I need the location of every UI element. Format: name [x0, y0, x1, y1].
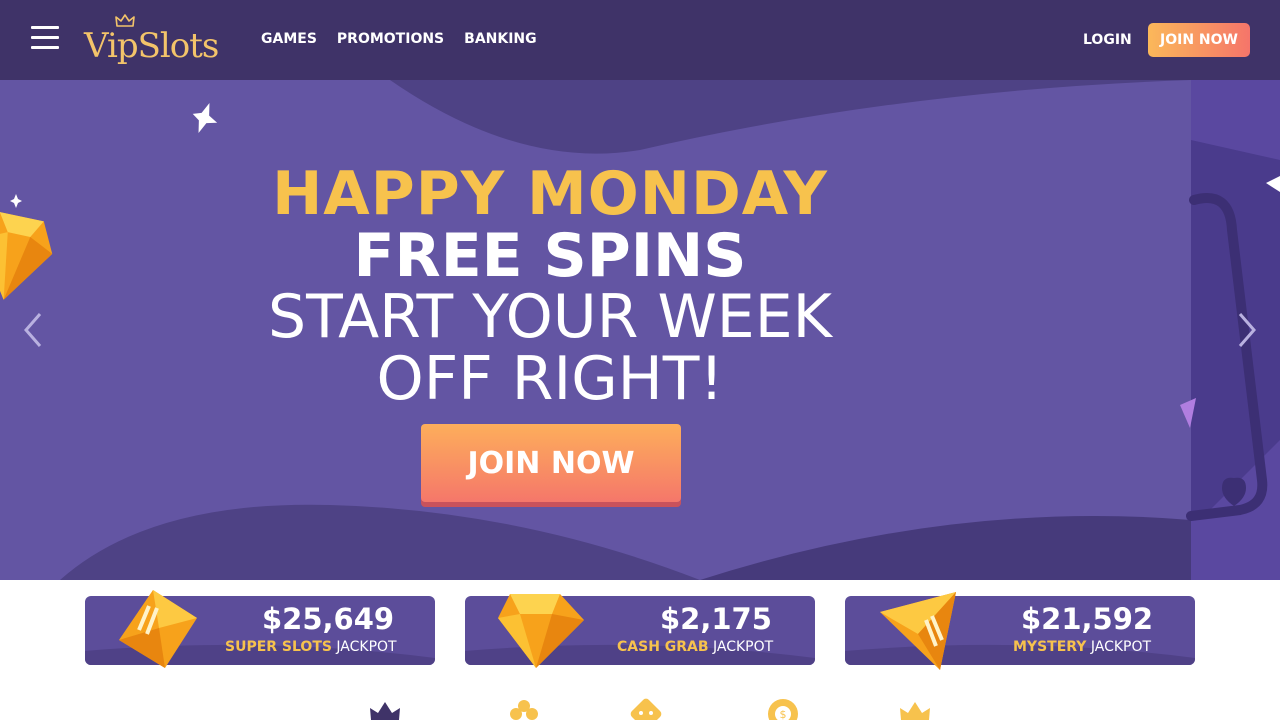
chevron-left-icon[interactable]: [20, 310, 46, 350]
chip-icon[interactable]: $: [765, 698, 801, 720]
hero-join-now-button[interactable]: JOIN NOW: [421, 424, 681, 502]
hero-line-happy-monday: HAPPY MONDAY: [272, 159, 828, 229]
jackpot-label: SUPER SLOTS JACKPOT: [225, 639, 397, 655]
clover-icon[interactable]: [506, 698, 542, 720]
gem-icon: [880, 592, 956, 670]
main-nav: GAMES PROMOTIONS BANKING: [261, 31, 537, 47]
gem-icon: [0, 212, 53, 300]
hero-banner: HAPPY MONDAY FREE SPINS START YOUR WEEK …: [0, 80, 1280, 580]
jackpot-label: CASH GRAB JACKPOT: [617, 639, 774, 655]
gem-icon: [498, 594, 584, 668]
vipslots-logo[interactable]: VipSlots: [84, 14, 224, 66]
logo-text: VipSlots: [84, 26, 219, 66]
menu-icon[interactable]: [31, 26, 59, 50]
svg-text:$: $: [780, 708, 787, 720]
nav-promotions[interactable]: PROMOTIONS: [337, 31, 444, 47]
site-header: VipSlots GAMES PROMOTIONS BANKING LOGIN …: [0, 0, 1280, 80]
crown-icon[interactable]: [367, 698, 403, 720]
nav-banking[interactable]: BANKING: [464, 31, 537, 47]
login-link[interactable]: LOGIN: [1083, 32, 1132, 48]
hero-line-off-right: OFF RIGHT!: [376, 344, 724, 414]
crown-icon[interactable]: [897, 698, 933, 720]
jackpot-label: MYSTERY JACKPOT: [1013, 639, 1152, 655]
jackpot-amount: $2,175: [660, 602, 772, 636]
gem-icon: [119, 590, 197, 668]
hero-line-start: START YOUR WEEK: [268, 282, 832, 352]
hero-line-free-spins: FREE SPINS: [353, 221, 747, 291]
chevron-right-icon[interactable]: [1234, 310, 1260, 350]
hero-headline: HAPPY MONDAY FREE SPINS START YOUR WEEK …: [250, 162, 850, 410]
nav-games[interactable]: GAMES: [261, 31, 317, 47]
jackpot-amount: $21,592: [1021, 602, 1154, 636]
join-now-button[interactable]: JOIN NOW: [1148, 23, 1250, 57]
dice-icon[interactable]: [628, 698, 664, 720]
jackpot-amount: $25,649: [262, 602, 395, 636]
